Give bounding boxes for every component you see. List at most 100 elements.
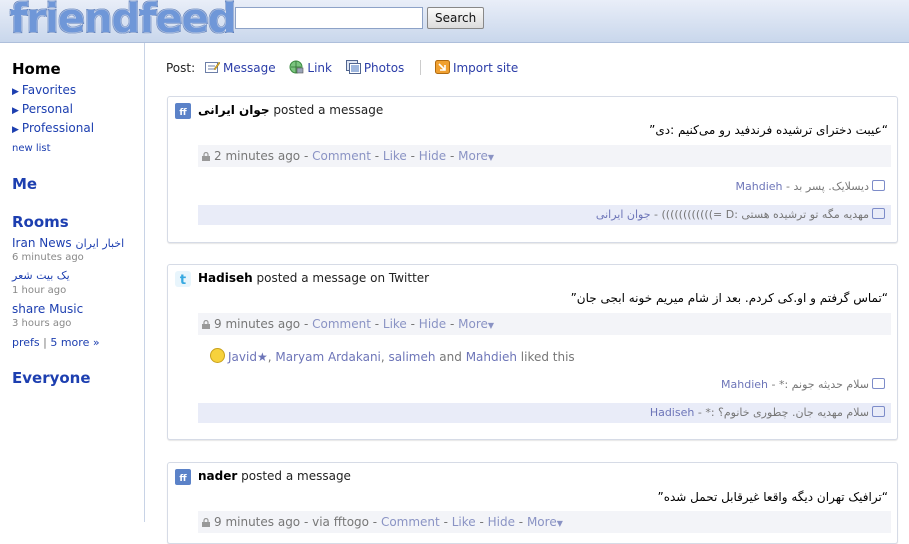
search-input[interactable] <box>235 7 423 29</box>
triangle-right-icon: ▶ <box>12 106 19 116</box>
prefs-separator: | <box>39 336 51 349</box>
header-bar: friendfeed Search <box>0 0 909 43</box>
hide-link[interactable]: Hide <box>488 515 515 529</box>
liker[interactable]: Javid★ <box>228 350 268 364</box>
entry-time[interactable]: 2 minutes ago <box>214 149 300 163</box>
separator: - <box>370 149 383 163</box>
likes-line: Javid★, Maryam Ardakani, salimeh and Mah… <box>210 348 575 364</box>
globe-link-icon <box>289 60 304 74</box>
post-link-button[interactable]: Link <box>289 60 335 75</box>
sidebar-everyone[interactable]: Everyone <box>12 369 91 387</box>
comment-link[interactable]: Comment <box>312 149 371 163</box>
twitter-icon: t <box>175 271 191 287</box>
like-link[interactable]: Like <box>383 317 407 331</box>
liker[interactable]: Mahdieh <box>466 350 517 364</box>
liker[interactable]: Maryam Ardakani <box>275 350 381 364</box>
more-label: More <box>458 317 488 331</box>
sidebar-rooms[interactable]: Rooms <box>12 213 69 231</box>
sidebar-item-professional[interactable]: ▶ Professional <box>12 121 94 135</box>
entry-author[interactable]: nader <box>198 469 237 483</box>
more-rooms-link[interactable]: 5 more » <box>50 336 99 349</box>
comment-link[interactable]: Comment <box>381 515 440 529</box>
more-menu[interactable]: More▼ <box>458 317 494 331</box>
likes-suffix: liked this <box>516 350 575 364</box>
prefs-link[interactable]: prefs <box>12 336 40 349</box>
feed-entry: ff جوان ایرانی posted a message “عیبت دخ… <box>167 96 898 243</box>
more-label: More <box>458 149 488 163</box>
triangle-right-icon: ▶ <box>12 87 19 97</box>
room-time: 1 hour ago <box>12 285 67 296</box>
separator: - <box>370 317 383 331</box>
entry-time[interactable]: 9 minutes ago <box>214 317 300 331</box>
comment-text: سلام حدیثه جونم :* <box>778 378 869 391</box>
post-photos-button[interactable]: Photos <box>345 60 408 75</box>
like-link[interactable]: Like <box>452 515 476 529</box>
entry-author[interactable]: Hadiseh <box>198 271 253 285</box>
message-icon <box>204 61 220 73</box>
entry-info-bar: 9 minutes ago - via fftogo - Comment - L… <box>198 511 891 533</box>
chevron-down-icon: ▼ <box>487 321 495 330</box>
sidebar-home[interactable]: Home <box>12 60 61 78</box>
comment-bubble-icon <box>872 406 885 417</box>
more-menu[interactable]: More▼ <box>458 149 494 163</box>
new-list-link[interactable]: new list <box>12 143 51 154</box>
post-message-button[interactable]: Message <box>204 61 279 75</box>
comment-author[interactable]: Mahdieh <box>721 378 768 391</box>
room-share-music[interactable]: share Music <box>12 302 83 316</box>
friendfeed-logo[interactable]: friendfeed <box>10 0 236 42</box>
entry-header: nader posted a message <box>198 469 351 483</box>
entry-info-bar: 9 minutes ago - Comment - Like - Hide - … <box>198 313 891 335</box>
post-link-label: Link <box>307 61 332 75</box>
comment-link[interactable]: Comment <box>312 317 371 331</box>
comment-author[interactable]: Mahdieh <box>736 180 783 193</box>
svg-text:ff: ff <box>179 474 187 484</box>
liker[interactable]: salimeh <box>389 350 436 364</box>
comment: سلام مهدیه جان. چطوری خانوم؟ :* - Hadise… <box>198 403 891 423</box>
prefs-row: prefs | 5 more » <box>12 336 100 349</box>
sidebar-item-personal[interactable]: ▶ Personal <box>12 102 73 116</box>
separator: - <box>446 149 459 163</box>
photos-icon <box>345 60 361 74</box>
comment-author[interactable]: جوان ایرانی <box>596 208 651 221</box>
sidebar-item-label: Favorites <box>21 83 77 97</box>
hide-link[interactable]: Hide <box>419 317 446 331</box>
post-message-label: Message <box>222 61 276 75</box>
hide-link[interactable]: Hide <box>419 149 446 163</box>
comment-bubble-icon <box>872 208 885 219</box>
comment-text: سلام مهدیه جان. چطوری خانوم؟ :* <box>705 406 869 419</box>
sidebar-me[interactable]: Me <box>12 175 37 193</box>
sidebar-item-favorites[interactable]: ▶ Favorites <box>12 83 76 97</box>
search-button[interactable]: Search <box>427 7 485 29</box>
like-link[interactable]: Like <box>383 149 407 163</box>
smiley-icon <box>210 348 225 363</box>
sidebar: Home ▶ Favorites ▶ Personal ▶ Professional … <box>0 43 145 522</box>
import-site-button[interactable]: Import site <box>434 60 518 75</box>
comment: دیسلایک. پسر بد - Mahdieh <box>198 177 891 197</box>
comment-author[interactable]: Hadiseh <box>650 406 695 419</box>
separator: - <box>406 317 419 331</box>
room-iran-news[interactable]: Iran News اخبار ایران <box>12 236 124 250</box>
entry-info-bar: 2 minutes ago - Comment - Like - Hide - … <box>198 145 891 167</box>
post-label: Post: <box>166 61 196 75</box>
feed-entry: ff nader posted a message “ترافیک تهران … <box>167 462 898 544</box>
room-poetry[interactable]: یک بیت شعر <box>12 269 70 282</box>
poster-divider <box>420 60 422 75</box>
feed-entry: t Hadiseh posted a message on Twitter “ت… <box>167 264 898 440</box>
lock-icon <box>202 518 210 527</box>
entry-body: “ترافیک تهران دیگه واقعا غیرقابل تحمل شد… <box>657 490 889 504</box>
sidebar-item-label: Professional <box>21 121 95 135</box>
entry-time[interactable]: 9 minutes ago <box>214 515 300 529</box>
entry-action: posted a message <box>237 469 351 483</box>
comment-text: مهدیه مگه تو ترشیده هستی :D =)))))))))))… <box>661 208 869 221</box>
room-name: Iran News <box>12 236 72 250</box>
sidebar-item-label: Personal <box>21 102 73 116</box>
entry-header: Hadiseh posted a message on Twitter <box>198 271 429 285</box>
entry-via: - via fftogo - <box>300 515 381 529</box>
lock-icon <box>202 320 210 329</box>
room-name-extra: اخبار ایران <box>75 237 125 250</box>
comment: سلام حدیثه جونم :* - Mahdieh <box>198 375 891 395</box>
svg-text:ff: ff <box>179 108 187 118</box>
friendfeed-service-icon: ff <box>175 103 191 119</box>
entry-author[interactable]: جوان ایرانی <box>198 103 270 117</box>
more-menu[interactable]: More▼ <box>527 515 563 529</box>
